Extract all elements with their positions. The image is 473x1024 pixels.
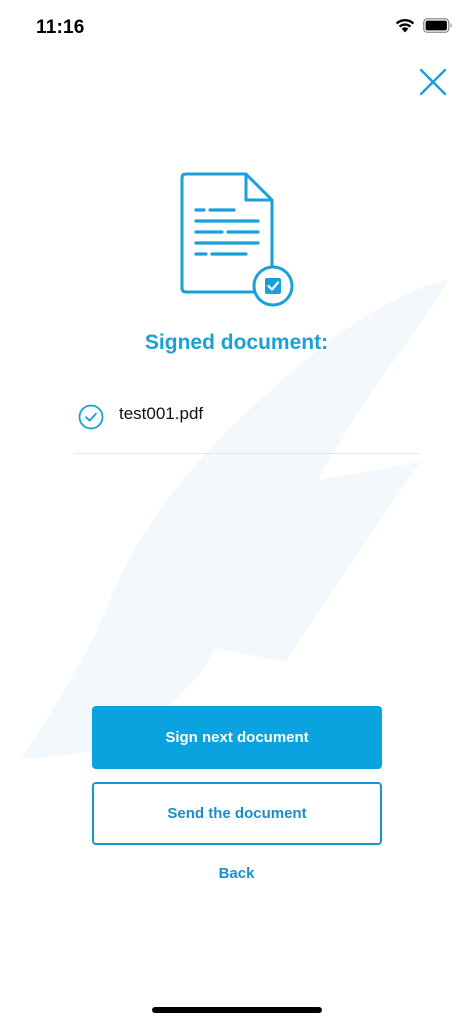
check-circle-icon (78, 404, 104, 430)
status-bar: 11:16 (0, 0, 473, 60)
page-title: Signed document: (144, 331, 329, 354)
signed-document-screen: 11:16 Signed document: test001.pdf Sign … (0, 0, 473, 1024)
status-time: 11:16 (36, 17, 85, 38)
wifi-icon (395, 18, 415, 33)
close-icon (419, 68, 447, 96)
sign-next-document-button[interactable]: Sign next document (92, 706, 382, 769)
signed-document-icon (180, 172, 294, 307)
battery-icon (423, 18, 452, 33)
close-button[interactable] (415, 64, 451, 100)
send-document-button[interactable]: Send the document (92, 782, 382, 845)
back-link[interactable]: Back (0, 865, 473, 882)
file-name: test001.pdf (119, 404, 204, 423)
list-item: test001.pdf (74, 392, 419, 454)
status-icons (395, 18, 453, 33)
home-indicator[interactable] (152, 1007, 322, 1013)
